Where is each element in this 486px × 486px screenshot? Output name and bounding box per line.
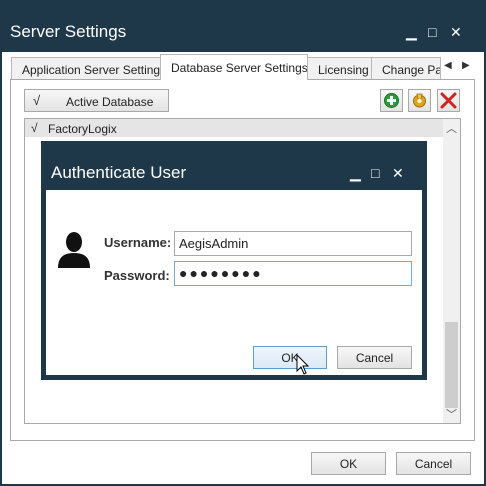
close-button[interactable]: ✕: [450, 24, 462, 40]
list-item[interactable]: √ FactoryLogix: [25, 119, 443, 137]
dialog-ok-button[interactable]: OK: [253, 346, 327, 369]
tab-application-server-settings[interactable]: Application Server Settings: [11, 57, 161, 79]
edit-database-button[interactable]: [408, 89, 431, 112]
user-silhouette-icon: [58, 232, 90, 268]
tab-change-password[interactable]: Change Pas: [371, 57, 441, 79]
database-name: FactoryLogix: [48, 122, 117, 136]
tab-label: Application Server Settings: [22, 63, 161, 77]
footer-cancel-label: Cancel: [414, 456, 453, 471]
add-database-button[interactable]: [380, 89, 403, 112]
check-icon: √: [31, 121, 38, 135]
mouse-cursor-icon: [296, 354, 310, 375]
footer-ok-button[interactable]: OK: [311, 452, 386, 475]
add-icon: [384, 93, 399, 108]
dialog-cancel-label: Cancel: [355, 350, 394, 365]
footer-ok-label: OK: [339, 456, 358, 471]
active-database-button[interactable]: √ Active Database: [24, 89, 169, 112]
tab-scroll-left-icon[interactable]: ◀: [444, 60, 452, 71]
scroll-down-icon[interactable]: ﹀: [446, 406, 457, 422]
password-label: Password:: [104, 268, 170, 283]
delete-database-button[interactable]: [437, 89, 460, 112]
dialog-close-button[interactable]: ✕: [392, 165, 404, 181]
delete-icon: [440, 92, 457, 109]
tab-scroll-right-icon[interactable]: ▶: [462, 60, 470, 71]
footer-cancel-button[interactable]: Cancel: [396, 452, 471, 475]
tab-label: Licensing: [318, 63, 369, 77]
tab-label: Change Pas: [382, 63, 440, 77]
tab-label: Database Server Settings: [171, 61, 308, 75]
dialog-minimize-button[interactable]: ▁: [350, 165, 361, 181]
dialog-cancel-button[interactable]: Cancel: [337, 346, 412, 369]
tab-licensing[interactable]: Licensing: [307, 57, 372, 79]
minimize-button[interactable]: ▁: [406, 24, 417, 40]
dialog-title: Authenticate User: [51, 163, 187, 182]
password-field[interactable]: ●●●●●●●●: [174, 261, 412, 286]
check-icon: √: [33, 93, 41, 108]
scrollbar-thumb[interactable]: [445, 322, 458, 408]
dialog-maximize-button[interactable]: □: [371, 165, 379, 181]
username-label: Username:: [104, 235, 172, 250]
edit-icon: [413, 93, 426, 108]
scroll-up-icon[interactable]: ︿: [446, 120, 457, 136]
dialog-ok-label: OK: [281, 350, 299, 365]
tab-database-server-settings[interactable]: Database Server Settings: [160, 54, 308, 80]
username-field[interactable]: AegisAdmin: [174, 231, 412, 256]
active-database-label: Active Database: [66, 95, 154, 109]
window-title: Server Settings: [10, 22, 127, 41]
maximize-button[interactable]: □: [428, 24, 436, 40]
